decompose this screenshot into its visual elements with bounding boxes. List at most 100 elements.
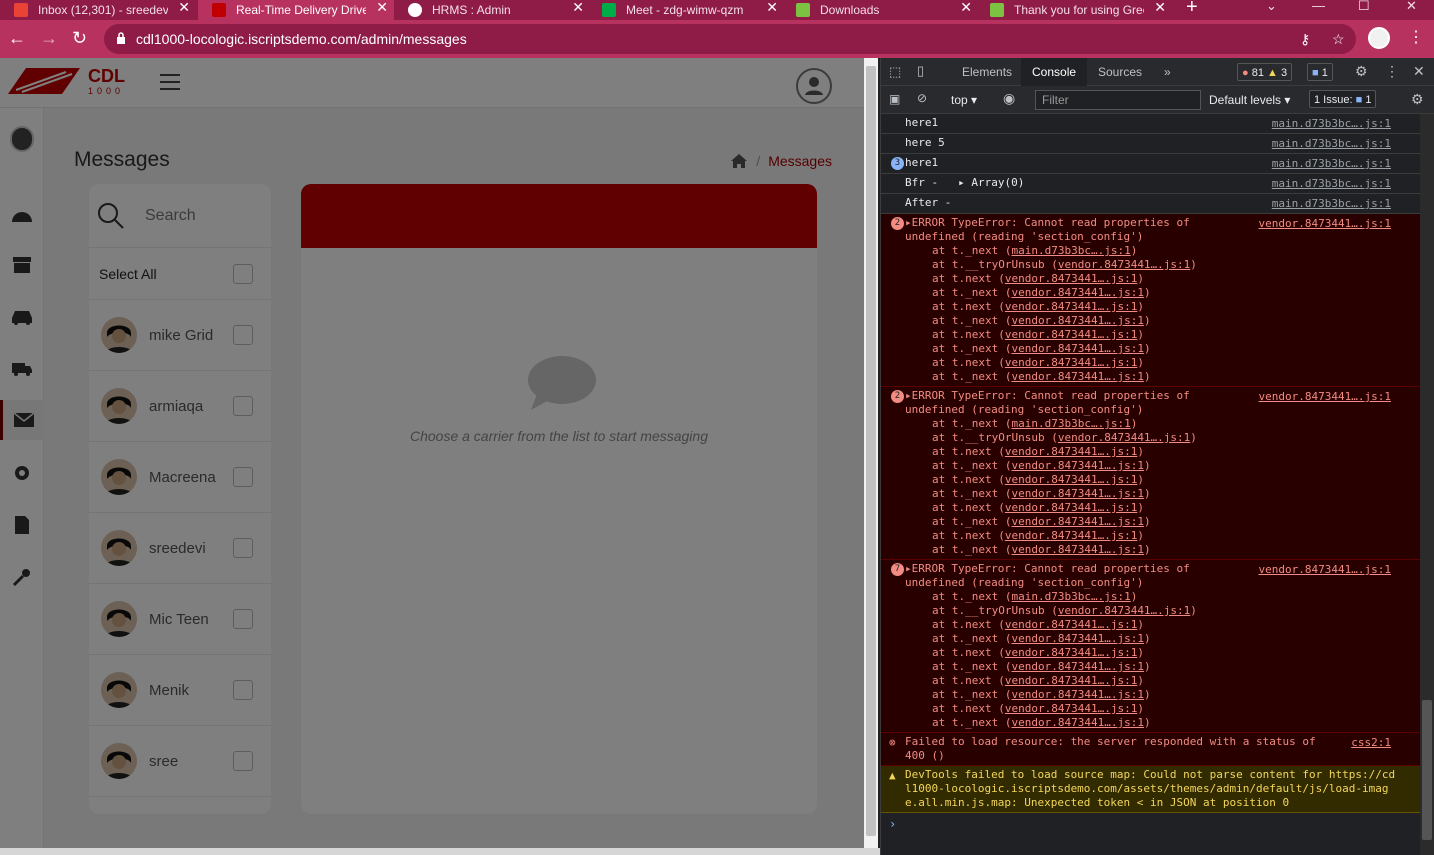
new-tab-button[interactable]: + (1186, 0, 1198, 19)
source-link[interactable]: css2:1 (1351, 736, 1391, 750)
close-tab-icon[interactable]: ✕ (376, 0, 388, 16)
stack-frame-link[interactable]: main.d73b3bc….js:1 (1011, 590, 1130, 603)
devtools-menu-icon[interactable]: ⋮ (1385, 63, 1399, 80)
contact-row[interactable]: Macreena (89, 442, 271, 513)
tab-search-icon[interactable]: ⌄ (1266, 0, 1277, 14)
bookmark-star-icon[interactable]: ☆ (1332, 31, 1345, 48)
source-link[interactable]: main.d73b3bc….js:1 (1272, 197, 1391, 211)
document-icon[interactable] (10, 514, 34, 536)
close-tab-icon[interactable]: ✕ (1154, 0, 1166, 16)
browser-tab-active[interactable]: Real-Time Delivery Driver ✕ (198, 0, 394, 20)
stack-frame-link[interactable]: vendor.8473441….js:1 (1005, 300, 1137, 313)
browser-tab[interactable]: Thank you for using Gree ✕ (976, 0, 1172, 20)
stack-frame-link[interactable]: vendor.8473441….js:1 (1005, 473, 1137, 486)
page-scroll-thumb[interactable] (866, 66, 876, 836)
home-icon[interactable] (730, 153, 748, 169)
stack-frame-link[interactable]: vendor.8473441….js:1 (1011, 370, 1143, 383)
stack-frame-link[interactable]: vendor.8473441….js:1 (1011, 459, 1143, 472)
source-link[interactable]: main.d73b3bc….js:1 (1272, 117, 1391, 131)
stack-frame-link[interactable]: vendor.8473441….js:1 (1005, 356, 1137, 369)
chrome-menu-icon[interactable]: ⋮ (1408, 27, 1424, 47)
error-warning-counter[interactable]: ● 81 ▲ 3 (1237, 63, 1293, 81)
source-link[interactable]: main.d73b3bc….js:1 (1272, 157, 1391, 171)
close-window-icon[interactable]: ✕ (1406, 0, 1417, 14)
console-prompt-input[interactable]: › (881, 813, 1421, 831)
url-bar[interactable]: cdl1000-locologic.iscriptsdemo.com/admin… (104, 24, 1356, 54)
stack-frame-link[interactable]: vendor.8473441….js:1 (1011, 286, 1143, 299)
log-levels-select[interactable]: Default levels ▾ (1209, 93, 1290, 107)
source-link[interactable]: vendor.8473441….js:1 (1259, 563, 1391, 577)
dashboard-icon[interactable] (10, 204, 34, 226)
stack-frame-link[interactable]: main.d73b3bc….js:1 (1011, 244, 1130, 257)
device-toolbar-icon[interactable]: ▯ (917, 63, 924, 79)
stack-frame-link[interactable]: vendor.8473441….js:1 (1058, 431, 1190, 444)
stack-frame-link[interactable]: main.d73b3bc….js:1 (1011, 417, 1130, 430)
car-icon[interactable] (10, 306, 34, 328)
contact-row[interactable]: mike Grid (89, 300, 271, 371)
contact-checkbox[interactable] (233, 751, 253, 771)
stack-frame-link[interactable]: vendor.8473441….js:1 (1011, 487, 1143, 500)
inspect-element-icon[interactable]: ⬚ (889, 64, 901, 80)
maximize-icon[interactable]: ☐ (1358, 0, 1370, 14)
console-settings-icon[interactable]: ⚙ (1411, 91, 1424, 108)
stack-frame-link[interactable]: vendor.8473441….js:1 (1058, 604, 1190, 617)
stack-frame-link[interactable]: vendor.8473441….js:1 (1011, 515, 1143, 528)
source-link[interactable]: main.d73b3bc….js:1 (1272, 137, 1391, 151)
menu-toggle-icon[interactable] (160, 74, 180, 90)
stack-frame-link[interactable]: vendor.8473441….js:1 (1011, 314, 1143, 327)
console-scroll-thumb[interactable] (1422, 700, 1432, 840)
stack-frame-link[interactable]: vendor.8473441….js:1 (1011, 660, 1143, 673)
close-devtools-icon[interactable]: ✕ (1413, 63, 1425, 80)
issues-button[interactable]: 1 Issue: ■ 1 (1309, 90, 1377, 108)
wrench-icon[interactable] (10, 566, 34, 588)
contact-row[interactable]: sreedevi (89, 513, 271, 584)
stack-frame-link[interactable]: vendor.8473441….js:1 (1011, 632, 1143, 645)
devtools-settings-icon[interactable]: ⚙ (1355, 63, 1368, 80)
truck-icon[interactable] (10, 358, 34, 380)
profile-avatar[interactable] (1368, 27, 1390, 49)
tab-elements[interactable]: Elements (951, 58, 1023, 86)
user-menu-icon[interactable] (796, 68, 832, 104)
console-filter-input[interactable]: Filter (1035, 90, 1201, 110)
stack-frame-link[interactable]: vendor.8473441….js:1 (1005, 272, 1137, 285)
browser-tab[interactable]: Meet - zdg-wimw-qzm ✕ (588, 0, 784, 20)
stack-frame-link[interactable]: vendor.8473441….js:1 (1011, 342, 1143, 355)
source-link[interactable]: vendor.8473441….js:1 (1259, 390, 1391, 404)
stack-frame-link[interactable]: vendor.8473441….js:1 (1058, 258, 1190, 271)
minimize-icon[interactable]: — (1312, 0, 1325, 13)
contact-row[interactable]: sree (89, 726, 271, 797)
stack-frame-link[interactable]: vendor.8473441….js:1 (1005, 618, 1137, 631)
select-all-checkbox[interactable] (233, 263, 253, 284)
browser-tab[interactable]: HRMS : Admin ✕ (394, 0, 590, 20)
archive-icon[interactable] (10, 254, 34, 276)
back-icon[interactable]: ← (8, 28, 26, 48)
browser-tab[interactable]: Downloads ✕ (782, 0, 978, 20)
source-link[interactable]: vendor.8473441….js:1 (1259, 217, 1391, 231)
log-expandable-value[interactable]: ▸ Array(0) (958, 176, 1024, 189)
close-tab-icon[interactable]: ✕ (766, 0, 778, 16)
clear-console-icon[interactable]: ⊘ (917, 91, 927, 105)
settings-gear-icon[interactable] (10, 462, 34, 484)
contact-checkbox[interactable] (233, 325, 253, 345)
close-tab-icon[interactable]: ✕ (572, 0, 584, 16)
key-icon[interactable]: ⚷ (1300, 31, 1310, 48)
context-select[interactable]: top ▾ (951, 93, 977, 107)
forward-icon[interactable]: → (40, 28, 58, 48)
message-counter[interactable]: ■ 1 (1307, 63, 1333, 81)
stack-frame-link[interactable]: vendor.8473441….js:1 (1005, 445, 1137, 458)
reload-icon[interactable]: ↻ (72, 28, 87, 48)
contact-checkbox[interactable] (233, 680, 253, 700)
more-tabs-button[interactable]: » (1153, 58, 1182, 86)
sidebar-avatar[interactable] (10, 126, 34, 152)
stack-frame-link[interactable]: vendor.8473441….js:1 (1005, 529, 1137, 542)
search-input[interactable] (145, 206, 255, 225)
sidebar-toggle-icon[interactable]: ▣ (889, 92, 900, 106)
stack-frame-link[interactable]: vendor.8473441….js:1 (1005, 328, 1137, 341)
messages-envelope-icon[interactable] (0, 400, 44, 440)
contact-checkbox[interactable] (233, 396, 253, 416)
stack-frame-link[interactable]: vendor.8473441….js:1 (1005, 674, 1137, 687)
stack-frame-link[interactable]: vendor.8473441….js:1 (1011, 543, 1143, 556)
tab-sources[interactable]: Sources (1087, 58, 1153, 86)
cdl-logo[interactable]: CDL 1000 (8, 64, 128, 98)
contact-row[interactable]: Menik (89, 655, 271, 726)
